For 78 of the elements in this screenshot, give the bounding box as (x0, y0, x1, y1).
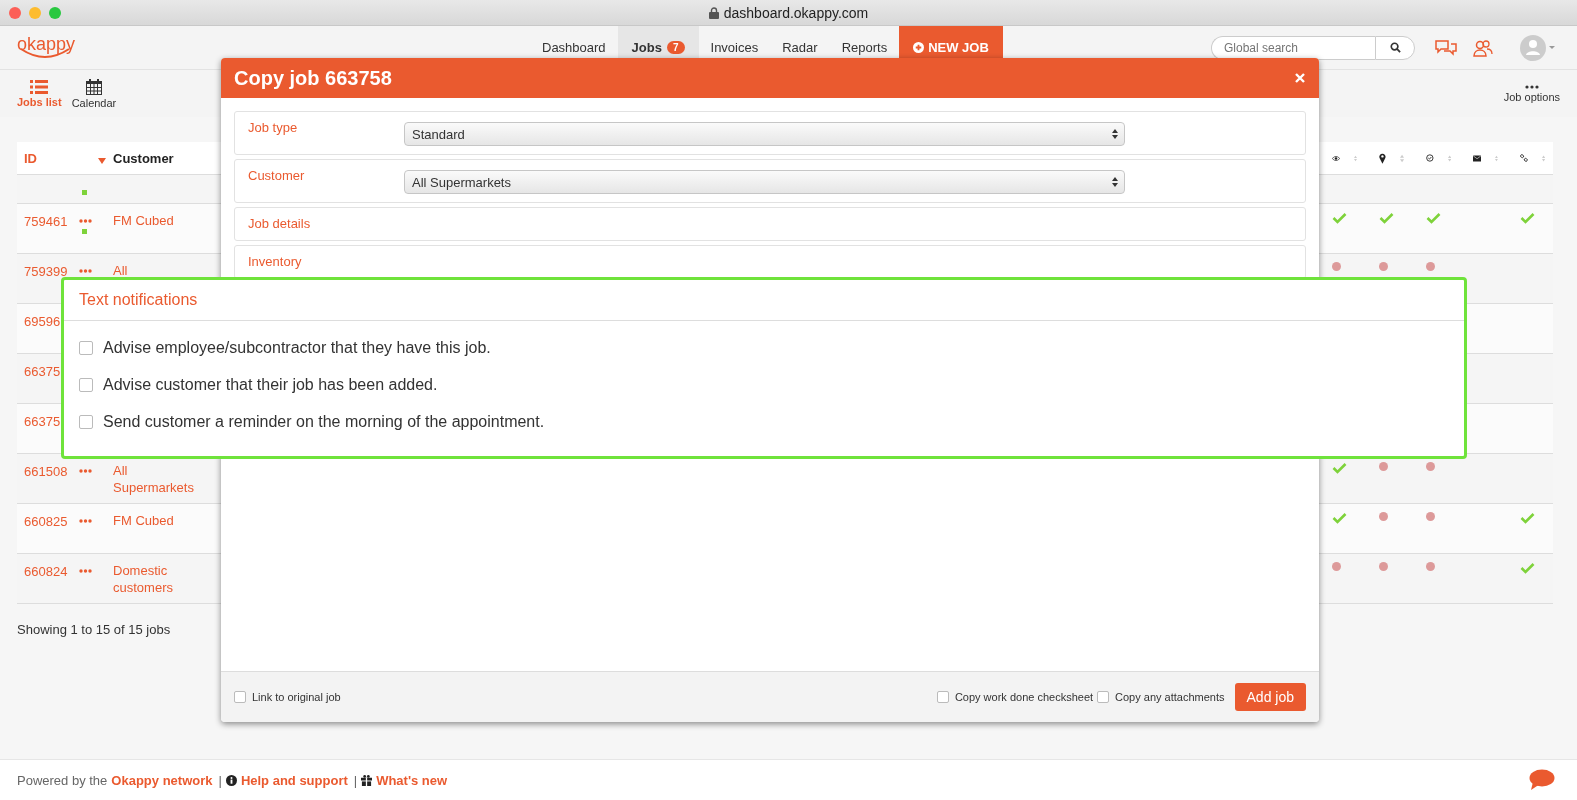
table-summary: Showing 1 to 15 of 15 jobs (17, 622, 172, 637)
checkbox[interactable] (79, 415, 93, 429)
column-header[interactable]: ID (24, 150, 37, 166)
updown-icon (1112, 177, 1118, 187)
more-icon[interactable] (79, 569, 92, 573)
footer-link[interactable]: Okappy network (111, 772, 213, 788)
checkbox-label: Send customer a reminder on the morning of the appointment. (103, 413, 545, 431)
more-icon[interactable] (79, 519, 92, 523)
job-id-link[interactable]: 759399 (24, 264, 68, 279)
more-icon[interactable] (79, 219, 92, 223)
view-tab[interactable]: Calendar (71, 78, 117, 109)
checkbox-label: Copy any attachments (1115, 691, 1225, 703)
checkbox-label: Advise employee/subcontractor that they have this job. (103, 339, 491, 357)
close-icon[interactable] (1295, 73, 1305, 83)
panel-title: Text notifications (79, 291, 198, 309)
dropdown-field[interactable]: All Supermarkets (404, 170, 1125, 194)
dialog-title: Copy job 663758 (234, 66, 393, 90)
add-job-button[interactable]: Add job (1234, 683, 1306, 711)
powered-by-text: Powered by the (17, 772, 108, 788)
updown-icon (1112, 129, 1118, 139)
separator-text: | (353, 772, 358, 788)
separator-text: | (218, 772, 222, 788)
chat-bubble-icon[interactable] (1529, 769, 1555, 791)
checkbox[interactable] (234, 691, 246, 703)
more-icon (1524, 84, 1539, 89)
search-field[interactable]: Global search (1211, 35, 1375, 60)
customer-link[interactable]: Domestic customers (113, 562, 203, 596)
section-label: Customer (248, 168, 306, 183)
section-label: Inventory (248, 254, 303, 269)
job-id-link[interactable]: 759461 (24, 214, 68, 229)
checkbox-label: Advise customer that their job has been added. (103, 376, 438, 394)
info-icon (225, 774, 237, 786)
zoom-window-button[interactable] (49, 6, 61, 19)
check-circle-icon (1426, 151, 1434, 165)
customer-link[interactable]: All (113, 262, 203, 279)
search-icon (1389, 42, 1401, 53)
checkbox[interactable] (79, 341, 93, 355)
more-icon[interactable] (79, 469, 92, 473)
calendar-icon (85, 78, 102, 95)
job-id-link[interactable]: 66375 (24, 414, 61, 429)
close-window-button[interactable] (9, 6, 21, 19)
checkbox[interactable] (1097, 691, 1110, 703)
lock-icon (708, 6, 719, 19)
footer-link[interactable]: Help and support (240, 772, 348, 788)
customer-link[interactable]: All Supermarkets (113, 462, 203, 496)
list-icon (30, 79, 49, 94)
minimize-window-button[interactable] (29, 6, 41, 19)
sort-icon[interactable] (1399, 152, 1404, 164)
view-tab[interactable]: Jobs list (17, 79, 62, 108)
job-options-button[interactable]: Job options (1503, 84, 1560, 103)
avatar-icon[interactable] (1519, 33, 1555, 62)
job-id-link[interactable]: 69596 (24, 314, 61, 329)
job-id-link[interactable]: 661508 (24, 464, 68, 479)
okappy-logo[interactable]: okappy (0, 26, 530, 69)
window-title: dashboard.okappy.com (723, 4, 869, 21)
checkbox[interactable] (936, 691, 949, 703)
job-id-link[interactable]: 66375 (24, 364, 61, 379)
section-label: Job type (248, 120, 299, 135)
more-icon[interactable] (79, 269, 92, 273)
job-id-link[interactable]: 660824 (24, 564, 68, 579)
column-header[interactable]: Customer (113, 150, 174, 166)
gift-icon (361, 774, 373, 786)
checkbox-label: Link to original job (252, 691, 341, 703)
people-icon[interactable] (1473, 38, 1493, 57)
search-button[interactable] (1375, 35, 1415, 60)
count-badge: 7 (666, 41, 685, 54)
dropdown-field[interactable]: Standard (404, 122, 1125, 146)
chat-icon[interactable] (1435, 38, 1457, 57)
job-id-link[interactable]: 660825 (24, 514, 68, 529)
section-label: Job details (248, 216, 312, 231)
checkbox[interactable] (79, 378, 93, 392)
sort-descending-icon[interactable] (98, 158, 106, 164)
customer-link[interactable]: FM Cubed (113, 512, 203, 529)
link-icon (1520, 151, 1528, 165)
footer-link[interactable]: What's new (376, 772, 448, 788)
plus-circle-icon (913, 42, 925, 53)
customer-link[interactable]: FM Cubed (113, 212, 203, 229)
checkbox-label: Copy work done checksheet (954, 691, 1094, 703)
